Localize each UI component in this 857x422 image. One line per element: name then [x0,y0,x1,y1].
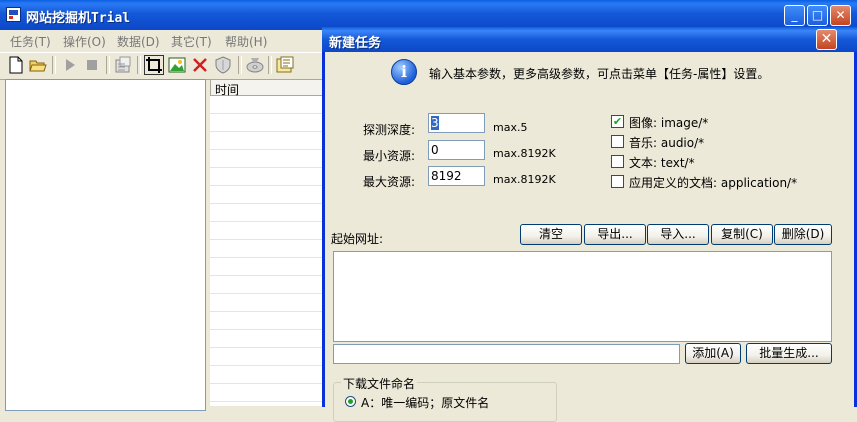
start-url-label: 起始网址: [331,232,384,246]
start-url-list[interactable] [333,251,832,342]
type-audio-checkbox[interactable] [611,135,624,148]
menu-data[interactable]: 数据(D) [117,33,160,50]
type-text-checkbox[interactable] [611,155,624,168]
depth-max: max.5 [493,121,528,134]
naming-option-a-radio[interactable] [345,396,356,407]
min-size-label: 最小资源: [363,149,416,163]
type-image-label: 图像: image/* [629,116,709,130]
depth-label: 探测深度: [363,123,416,137]
depth-value: 3 [431,116,439,130]
add-button[interactable]: 添加(A) [685,343,741,364]
type-application-label: 应用定义的文档: application/* [629,176,798,190]
info-icon: i [391,59,417,85]
max-size-input[interactable]: 8192 [428,166,485,186]
app-icon [6,7,21,22]
export-icon[interactable] [275,55,295,75]
dialog-close-button[interactable]: ✕ [816,29,837,50]
type-application-checkbox[interactable] [611,175,624,188]
url-add-input[interactable] [333,344,680,364]
min-size-input[interactable]: 0 [428,140,485,160]
type-image-checkbox[interactable]: ✔ [611,115,624,128]
stop-icon[interactable] [82,55,102,75]
menu-operation[interactable]: 操作(O) [63,33,106,50]
crop-icon[interactable] [144,55,164,75]
properties-icon[interactable] [113,55,133,75]
log-list[interactable] [210,96,330,406]
dialog-title: 新建任务 [329,36,382,51]
max-size-label: 最大资源: [363,175,416,189]
copy-button[interactable]: 复制(C) [711,224,773,245]
open-folder-icon[interactable] [28,55,48,75]
menu-task[interactable]: 任务(T) [10,33,51,50]
shield-icon[interactable] [213,55,233,75]
info-text: 输入基本参数，更多高级参数，可点击菜单【任务-属性】设置。 [429,67,770,81]
menu-help[interactable]: 帮助(H) [225,33,267,50]
type-text-label: 文本: text/* [629,156,695,170]
import-button[interactable]: 导入... [647,224,709,245]
image-icon[interactable] [167,55,187,75]
maximize-button[interactable]: □ [807,5,828,26]
new-task-dialog: 新建任务 ✕ i 输入基本参数，更多高级参数，可点击菜单【任务-属性】设置。 探… [322,27,857,422]
close-main-button[interactable]: ✕ [830,5,851,26]
dialog-title-bar[interactable]: 新建任务 ✕ [322,27,857,52]
clear-button[interactable]: 清空 [520,224,582,245]
main-title-bar[interactable]: 网站挖掘机Trial _ □ ✕ [0,0,857,30]
batch-generate-button[interactable]: 批量生成... [746,343,832,364]
cd-icon[interactable] [245,55,265,75]
minimize-button[interactable]: _ [784,5,805,26]
file-naming-title: 下载文件命名 [341,375,418,392]
play-icon[interactable] [60,55,80,75]
app-title: 网站挖掘机Trial [26,11,131,26]
log-column-header[interactable]: 时间 [210,79,330,97]
type-audio-label: 音乐: audio/* [629,136,705,150]
min-size-max: max.8192K [493,147,556,160]
delete-button[interactable]: 删除(D) [774,224,832,245]
max-size-max: max.8192K [493,173,556,186]
max-size-value: 8192 [431,169,462,183]
depth-input[interactable]: 3 [428,113,485,133]
delete-icon[interactable] [190,55,210,75]
new-file-icon[interactable] [6,55,26,75]
menu-other[interactable]: 其它(T) [171,33,212,50]
min-size-value: 0 [431,143,439,157]
export-button[interactable]: 导出... [584,224,646,245]
task-tree-panel[interactable] [5,79,206,411]
